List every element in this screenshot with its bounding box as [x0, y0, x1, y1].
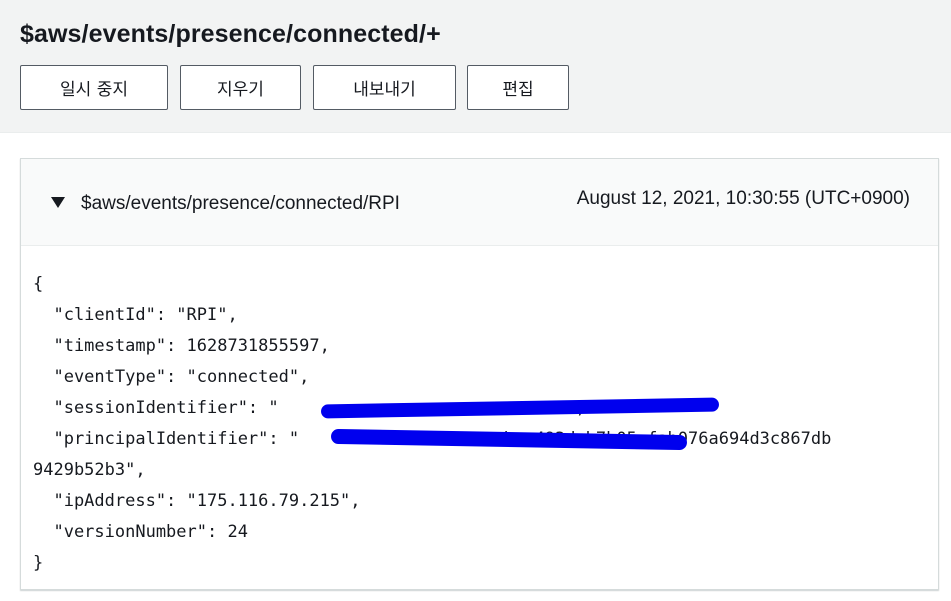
pause-button[interactable]: 일시 중지 [20, 65, 168, 110]
message-panel: $aws/events/presence/connected/RPI Augus… [20, 158, 939, 590]
message-header[interactable]: $aws/events/presence/connected/RPI Augus… [21, 159, 938, 246]
clear-button[interactable]: 지우기 [180, 65, 301, 110]
payload-line: } [33, 553, 44, 573]
message-topic: $aws/events/presence/connected/RPI [81, 193, 400, 214]
message-timestamp: August 12, 2021, 10:30:55 (UTC+0900) [576, 188, 910, 209]
topic-header: $aws/events/presence/connected/+ 일시 중지 지… [0, 0, 951, 133]
payload-line: 9429b52b3", [33, 460, 146, 480]
payload-line: "versionNumber": 24 [33, 522, 248, 542]
caret-down-icon[interactable] [51, 197, 65, 208]
edit-button[interactable]: 편집 [467, 65, 569, 110]
payload-line: "clientId": "RPI", [33, 305, 238, 325]
payload-line: "eventType": "connected", [33, 367, 310, 387]
page-title: $aws/events/presence/connected/+ [20, 20, 441, 48]
message-payload: { "clientId": "RPI", "timestamp": 162873… [33, 269, 933, 579]
payload-line: "timestamp": 1628731855597, [33, 336, 330, 356]
export-button[interactable]: 내보내기 [313, 65, 456, 110]
payload-line: "ipAddress": "175.116.79.215", [33, 491, 361, 511]
payload-line: { [33, 274, 44, 294]
